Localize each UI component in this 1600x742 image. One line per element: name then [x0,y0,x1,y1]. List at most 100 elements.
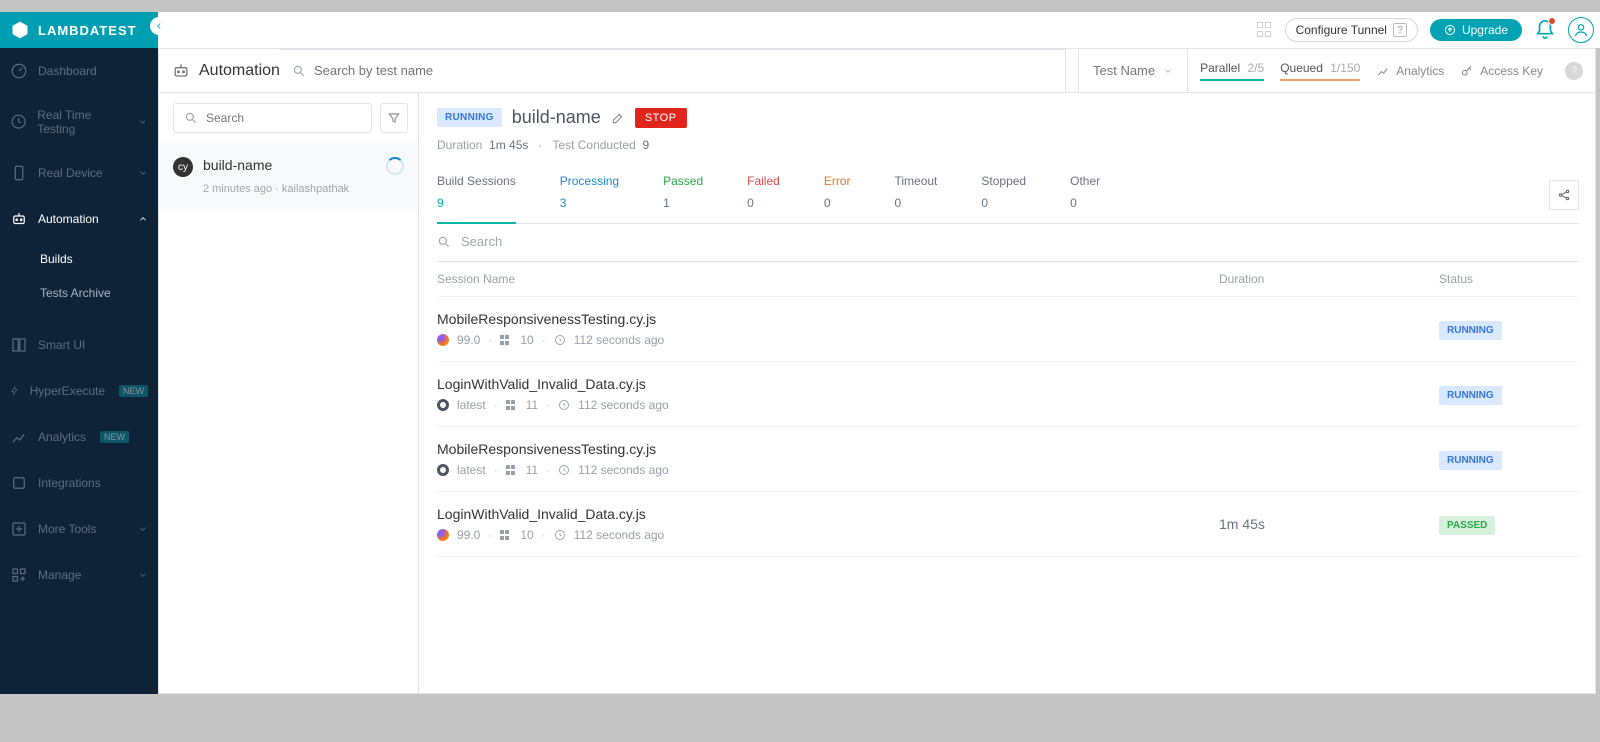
search-icon [437,235,451,249]
tab-sessions[interactable]: Build Sessions9 [437,166,516,224]
topbar: Configure Tunnel ? Upgrade [0,12,1600,48]
duration-value: 1m 45s [489,138,528,152]
robot-icon [171,61,191,81]
configure-tunnel-button[interactable]: Configure Tunnel ? [1285,18,1418,42]
builds-search[interactable] [173,103,372,133]
tab-stopped[interactable]: Stopped0 [981,166,1026,223]
nav-hyperexecute[interactable]: HyperExecute NEW [0,368,158,414]
build-detail: RUNNING build-name STOP Duration 1m 45s … [419,93,1595,693]
build-card-name: build-name [203,157,349,173]
nav-analytics[interactable]: Analytics NEW [0,414,158,460]
nav-manage[interactable]: Manage [0,552,158,598]
nav-smartui[interactable]: Smart UI [0,322,158,368]
table-row[interactable]: MobileResponsivenessTesting.cy.js99.0·10… [437,297,1579,362]
grid-add-icon [10,566,28,584]
help-icon: ? [1393,23,1407,37]
nav-automation-label: Automation [38,212,99,226]
session-search[interactable]: Search [437,224,1579,261]
access-key-link[interactable]: Access Key [1460,64,1543,78]
main-panel: Automation Test Name Parallel 2/5 Queued… [158,48,1596,694]
nav-builds[interactable]: Builds [0,242,158,276]
header-search[interactable] [280,49,1066,93]
filter-button[interactable] [380,103,408,133]
conducted-value: 9 [642,138,649,152]
status-chip: PASSED [1439,516,1495,535]
nav-tests-archive[interactable]: Tests Archive [0,276,158,310]
browser-version: latest [457,463,486,477]
brand-text: LAMBDATEST [38,23,137,38]
profile-avatar[interactable] [1568,17,1594,43]
share-button[interactable] [1549,180,1579,210]
tab-failed[interactable]: Failed0 [747,166,780,223]
chevron-down-icon [1163,66,1173,76]
windows-icon [506,465,516,475]
plug-icon [10,474,28,492]
tab-timeout[interactable]: Timeout0 [894,166,937,223]
analytics-link[interactable]: Analytics [1376,64,1444,78]
edit-icon[interactable] [611,111,625,125]
nav-realdevice-label: Real Device [38,166,103,180]
table-row[interactable]: MobileResponsivenessTesting.cy.jslatest·… [437,427,1579,492]
clock-icon [558,464,570,476]
dropdown-label: Test Name [1093,63,1155,78]
nav-hyper-label: HyperExecute [30,384,105,398]
parallel-stat[interactable]: Parallel 2/5 [1200,61,1264,81]
clock-icon [554,529,566,541]
nav-more-tools[interactable]: More Tools [0,506,158,552]
os-version: 10 [520,333,533,347]
builds-search-input[interactable] [206,111,361,125]
upgrade-button[interactable]: Upgrade [1430,19,1522,41]
testname-dropdown[interactable]: Test Name [1078,49,1188,93]
header-search-input[interactable] [314,63,1053,78]
tab-error[interactable]: Error0 [824,166,851,223]
time-ago: 112 seconds ago [574,528,665,542]
tab-processing[interactable]: Processing3 [560,166,619,223]
notifications-button[interactable] [1534,19,1556,41]
time-ago: 112 seconds ago [574,333,665,347]
windows-icon [500,335,510,345]
status-chip: RUNNING [1439,451,1502,470]
conducted-label: Test Conducted [552,138,635,152]
nav-dashboard[interactable]: Dashboard [0,48,158,94]
nav-automation[interactable]: Automation [0,196,158,242]
apps-icon[interactable] [1257,22,1273,38]
nav-smartui-label: Smart UI [38,338,85,352]
robot-icon [10,210,28,228]
firefox-icon [437,529,449,541]
col-duration: Duration [1219,272,1439,286]
table-row[interactable]: LoginWithValid_Invalid_Data.cy.js99.0·10… [437,492,1579,557]
tab-passed[interactable]: Passed1 [663,166,703,223]
queued-stat[interactable]: Queued 1/150 [1280,61,1360,81]
page-title: Automation [171,61,280,81]
windows-icon [506,400,516,410]
browser-version: 99.0 [457,333,480,347]
session-name: MobileResponsivenessTesting.cy.js [437,311,1219,327]
new-badge: NEW [119,385,148,397]
nav-integrations-label: Integrations [38,476,101,490]
table-row[interactable]: LoginWithValid_Invalid_Data.cy.jslatest·… [437,362,1579,427]
chart-icon [10,428,28,446]
nav-integrations[interactable]: Integrations [0,460,158,506]
nav-moretools-label: More Tools [38,522,96,536]
clock-icon [554,334,566,346]
build-status-chip: RUNNING [437,108,502,127]
page-title-text: Automation [199,62,280,80]
stop-button[interactable]: STOP [635,108,687,128]
parallel-label: Parallel [1200,61,1240,75]
configure-tunnel-label: Configure Tunnel [1296,23,1387,37]
tab-other[interactable]: Other0 [1070,166,1100,223]
firefox-icon [437,334,449,346]
build-card[interactable]: cy build-name 2 minutes ago · kailashpat… [159,143,418,209]
help-button[interactable]: ? [1565,62,1583,80]
nav-builds-label: Builds [40,252,73,266]
time-ago: 112 seconds ago [578,398,669,412]
nav-manage-label: Manage [38,568,81,582]
upgrade-label: Upgrade [1462,23,1508,37]
collapse-sidebar-button[interactable] [150,17,168,35]
table-header: Session Name Duration Status [437,261,1579,297]
bolt-icon [10,386,20,396]
nav-realdevice[interactable]: Real Device [0,150,158,196]
nav-realtime[interactable]: Real Time Testing [0,94,158,150]
windows-icon [500,530,510,540]
brand-bar: LAMBDATEST [0,12,158,48]
